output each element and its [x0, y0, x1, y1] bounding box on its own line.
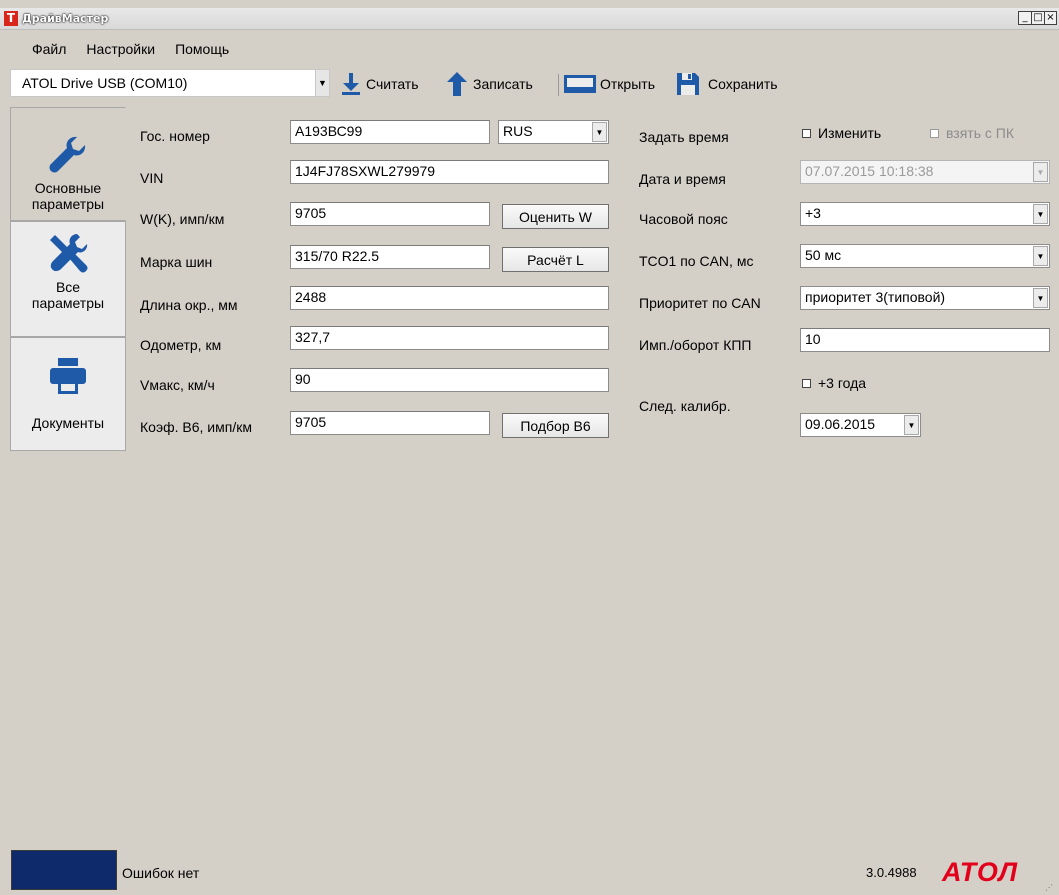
save-button[interactable]: Сохранить — [677, 72, 778, 96]
device-select[interactable]: ATOL Drive USB (COM10) ▼ — [10, 69, 330, 97]
calibration-label: След. калибр. — [639, 398, 731, 414]
priority-select[interactable]: приоритет 3(типовой) ▼ — [800, 286, 1050, 310]
title-bar: T ДрайвМастер _ □ × — [0, 8, 1059, 30]
tco-select[interactable]: 50 мс ▼ — [800, 244, 1050, 268]
circumference-input[interactable]: 2488 — [290, 286, 609, 310]
imp-label: Имп./оборот КПП — [639, 337, 752, 353]
calibration-date-value: 09.06.2015 — [805, 416, 876, 432]
nav-documents-label: Документы — [31, 415, 105, 431]
vmax-input[interactable]: 90 — [290, 368, 609, 392]
app-icon: T — [4, 11, 18, 26]
menu-bar: Файл Настройки Помощь — [0, 38, 239, 62]
nav-all-params[interactable]: Все параметры — [10, 221, 126, 337]
tire-label: Марка шин — [140, 254, 213, 270]
nav-basic-params-label: Основные параметры — [31, 180, 105, 212]
odometer-label: Одометр, км — [140, 337, 222, 353]
resize-grip-icon[interactable]: ⋰ — [1045, 883, 1055, 893]
chevron-down-icon[interactable]: ▼ — [592, 122, 607, 142]
minimize-button[interactable]: _ — [1018, 11, 1031, 25]
nav-all-params-label: Все параметры — [31, 279, 105, 311]
select-b6-button[interactable]: Подбор B6 — [502, 413, 609, 438]
chevron-down-icon[interactable]: ▼ — [904, 415, 919, 435]
tco-value: 50 мс — [805, 247, 842, 263]
vmax-label: Vмакс, км/ч — [140, 377, 215, 393]
checkbox-box[interactable] — [802, 128, 811, 138]
version-label: 3.0.4988 — [866, 865, 917, 880]
vin-label: VIN — [140, 170, 164, 186]
tire-input[interactable]: 315/70 R22.5 — [290, 245, 490, 269]
read-button[interactable]: Считать — [342, 72, 419, 96]
atol-logo: АТОЛ — [942, 857, 1019, 887]
chevron-down-icon[interactable]: ▼ — [1033, 204, 1048, 224]
folder-icon — [563, 74, 597, 94]
checkbox-box[interactable] — [930, 128, 939, 138]
timezone-value: +3 — [805, 205, 821, 221]
timezone-label: Часовой пояс — [639, 211, 728, 227]
datetime-label: Дата и время — [639, 171, 726, 187]
plus3-years-label: +3 года — [818, 375, 867, 391]
from-pc-label: взять с ПК — [946, 125, 1014, 141]
download-icon — [342, 73, 360, 95]
b6-label: Коэф. B6, имп/км — [140, 419, 252, 435]
write-label: Записать — [473, 76, 533, 92]
odometer-input[interactable]: 327,7 — [290, 326, 609, 350]
from-pc-checkbox[interactable]: взять с ПК — [930, 125, 1014, 141]
window-title: ДрайвМастер — [22, 12, 109, 25]
upload-icon — [447, 72, 467, 96]
menu-help[interactable]: Помощь — [165, 38, 239, 62]
nav-documents[interactable]: Документы — [10, 337, 126, 451]
datetime-picker[interactable]: 07.07.2015 10:18:38 ▼ — [800, 160, 1050, 184]
menu-settings[interactable]: Настройки — [76, 38, 165, 62]
open-label: Открыть — [600, 76, 655, 92]
window-controls: _ □ × — [1018, 11, 1057, 26]
estimate-w-button[interactable]: Оценить W — [502, 204, 609, 229]
priority-label: Приоритет по CAN — [639, 295, 761, 311]
open-button[interactable]: Открыть — [563, 72, 655, 96]
calibration-date-picker[interactable]: 09.06.2015 ▼ — [800, 413, 921, 437]
chevron-down-icon[interactable]: ▼ — [1033, 162, 1048, 182]
toolbar-divider — [558, 74, 559, 96]
chevron-down-icon[interactable]: ▼ — [1033, 246, 1048, 266]
set-time-label: Задать время — [639, 129, 729, 145]
vin-input[interactable]: 1J4FJ78SXWL279979 — [290, 160, 609, 184]
checkbox-box[interactable] — [802, 378, 811, 388]
datetime-value: 07.07.2015 10:18:38 — [805, 163, 934, 179]
plate-label: Гос. номер — [140, 128, 210, 144]
read-label: Считать — [366, 76, 419, 92]
chevron-down-icon[interactable]: ▼ — [1033, 288, 1048, 308]
plus3-years-checkbox[interactable]: +3 года — [802, 375, 866, 391]
b6-input[interactable]: 9705 — [290, 411, 490, 435]
plate-input[interactable]: А193ВС99 — [290, 120, 490, 144]
status-indicator — [11, 850, 117, 890]
change-time-label: Изменить — [818, 125, 882, 141]
w-label: W(K), имп/км — [140, 211, 225, 227]
chevron-down-icon[interactable]: ▼ — [315, 70, 329, 96]
timezone-select[interactable]: +3 ▼ — [800, 202, 1050, 226]
w-input[interactable]: 9705 — [290, 202, 490, 226]
country-value: RUS — [503, 123, 533, 139]
maximize-button[interactable]: □ — [1031, 11, 1044, 25]
imp-input[interactable]: 10 — [800, 328, 1050, 352]
toolbar: ATOL Drive USB (COM10) ▼ Считать Записат… — [10, 66, 1059, 100]
menu-file[interactable]: Файл — [22, 38, 76, 62]
circumference-label: Длина окр., мм — [140, 297, 238, 313]
device-select-value: ATOL Drive USB (COM10) — [22, 75, 188, 91]
country-select[interactable]: RUS ▼ — [498, 120, 609, 144]
save-label: Сохранить — [708, 76, 778, 92]
priority-value: приоритет 3(типовой) — [805, 289, 946, 305]
write-button[interactable]: Записать — [447, 72, 533, 96]
tco-label: TCO1 по CAN, мс — [639, 253, 754, 269]
status-text: Ошибок нет — [122, 865, 200, 881]
wrench-icon — [11, 134, 125, 177]
floppy-icon — [677, 73, 699, 95]
calc-l-button[interactable]: Расчёт L — [502, 247, 609, 272]
change-time-checkbox[interactable]: Изменить — [802, 125, 881, 141]
printer-icon — [11, 358, 125, 397]
close-button[interactable]: × — [1044, 11, 1057, 25]
tools-icon — [11, 232, 125, 277]
status-bar: Ошибок нет 3.0.4988 АТОЛ ⋰ — [0, 843, 1059, 895]
nav-basic-params[interactable]: Основные параметры — [10, 107, 126, 221]
